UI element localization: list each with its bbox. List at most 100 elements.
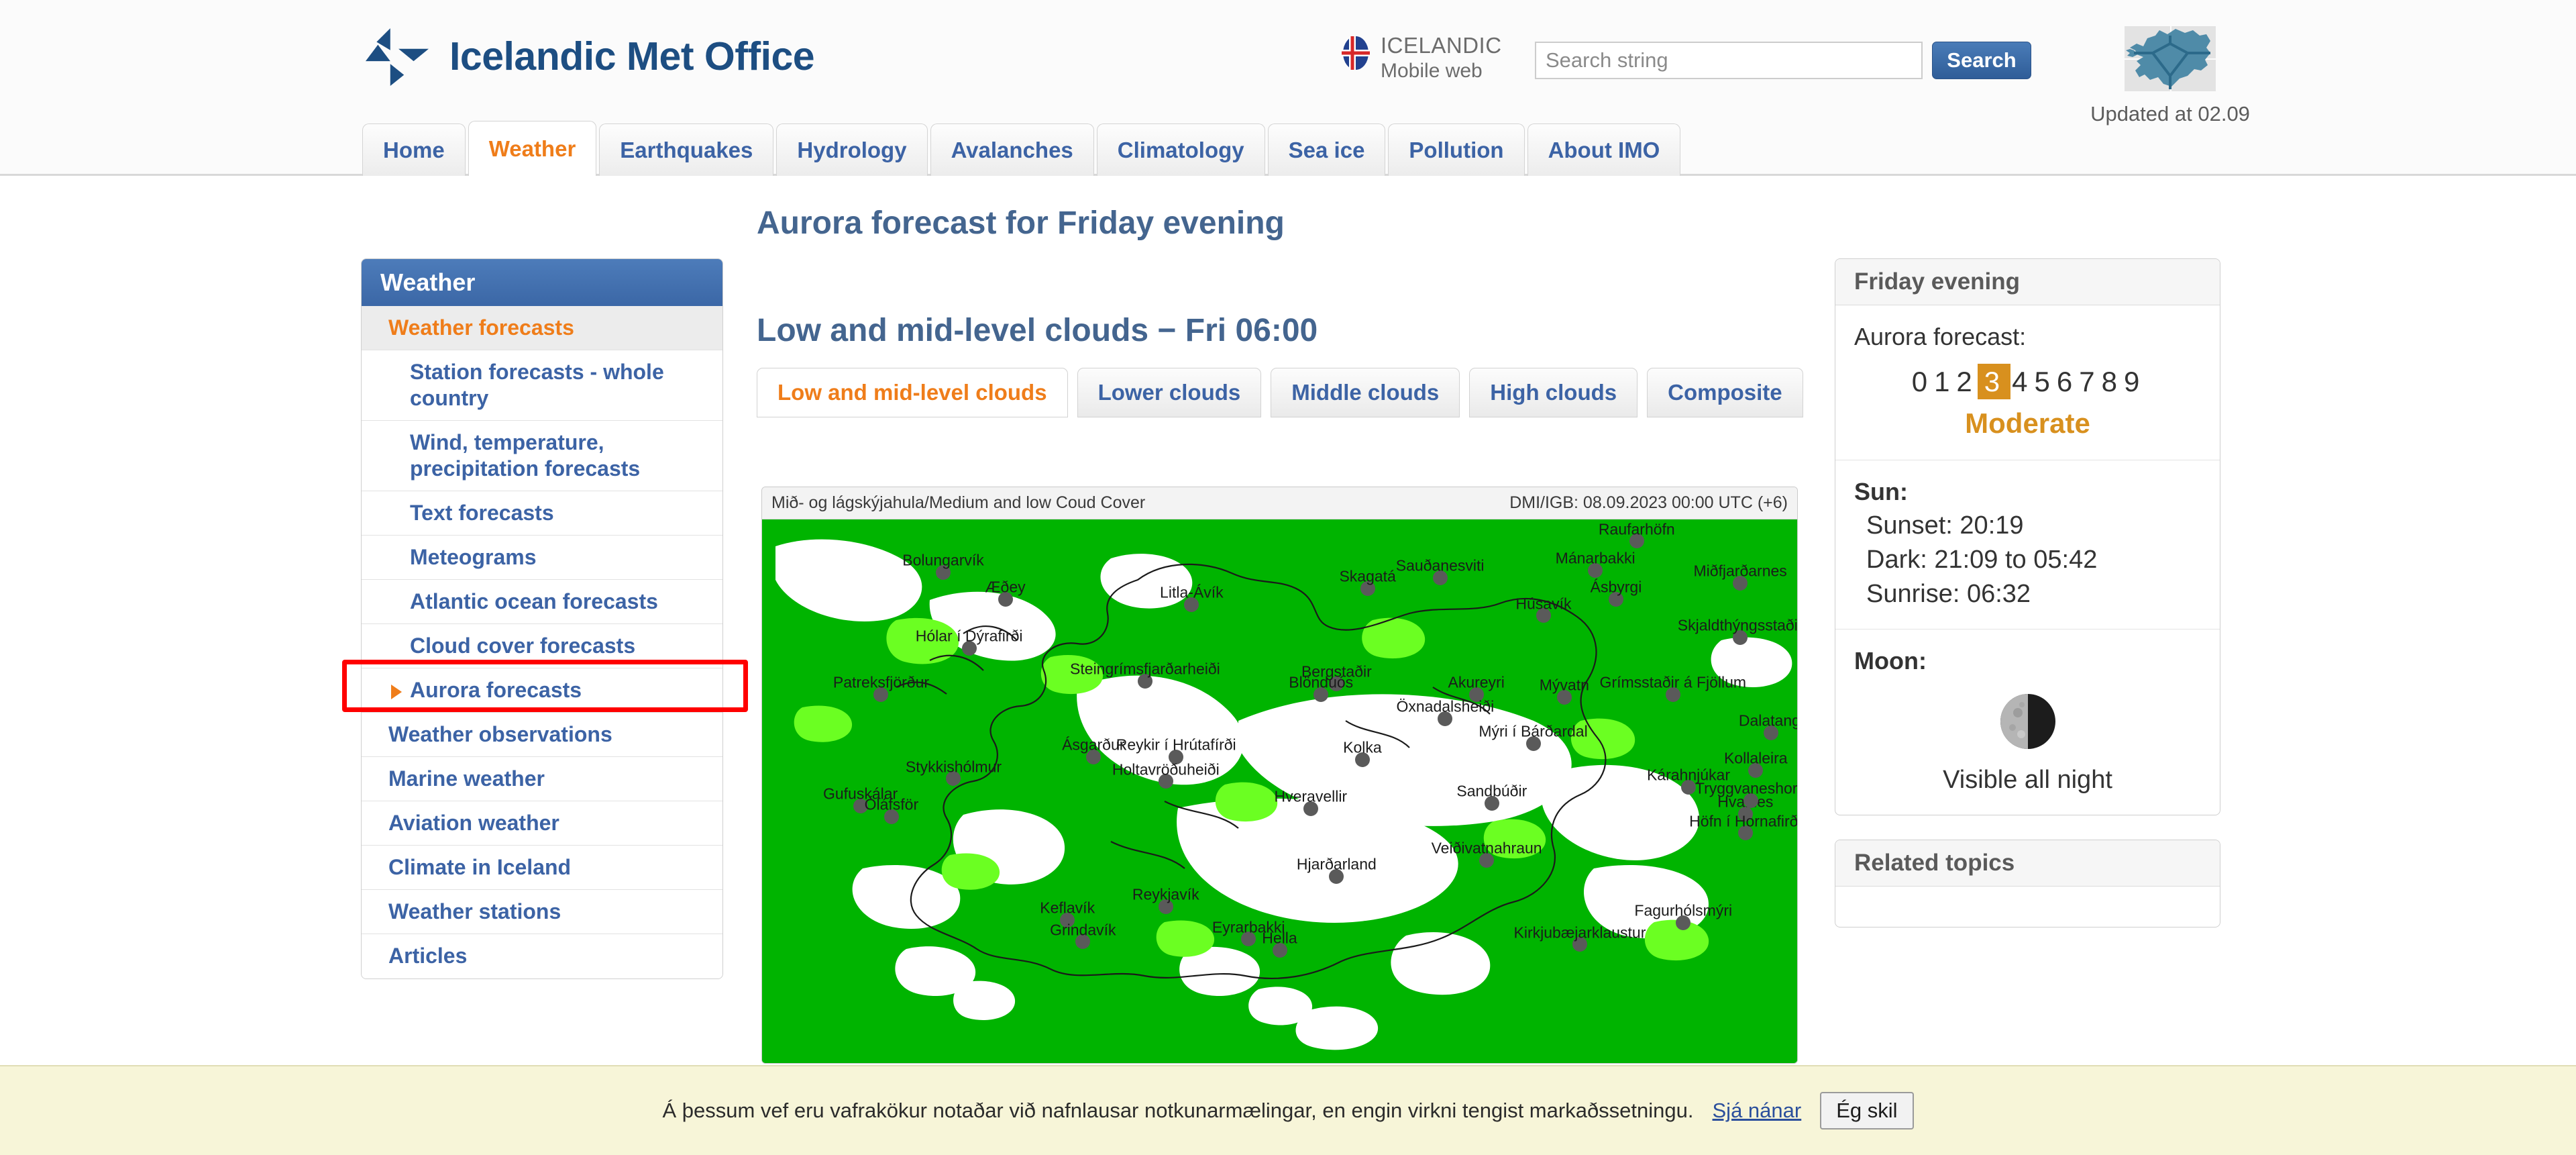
- map-station-dot: [1737, 825, 1753, 841]
- aurora-scale-value-2: 2: [1956, 366, 1976, 397]
- sidebar-item-label: Cloud cover forecasts: [410, 634, 636, 658]
- dark-period-value: Dark: 21:09 to 05:42: [1866, 546, 2098, 574]
- tab-composite[interactable]: Composite: [1647, 368, 1803, 417]
- sidebar-item-label: Station forecasts - whole country: [410, 360, 664, 411]
- triangle-bullet-icon: [391, 685, 402, 700]
- aurora-scale-value-5: 5: [2034, 366, 2054, 397]
- search-button[interactable]: Search: [1932, 42, 2031, 79]
- nav-tab-climatology[interactable]: Climatology: [1096, 123, 1265, 176]
- sidebar-item-cloud-cover-forecasts[interactable]: Cloud cover forecasts: [362, 623, 722, 668]
- map-station-dot: [1484, 795, 1499, 811]
- aurora-scale-value-3: 3: [1977, 364, 2011, 399]
- sidebar-item-weather-stations[interactable]: Weather stations: [362, 889, 722, 934]
- lang-mobile-web-link[interactable]: Mobile web: [1381, 59, 1502, 84]
- map-station-dot: [1556, 689, 1572, 705]
- aurora-forecast-label: Aurora forecast:: [1854, 323, 2027, 350]
- sidebar-item-marine-weather[interactable]: Marine weather: [362, 756, 722, 801]
- sidebar-item-label: Weather observations: [388, 722, 612, 747]
- aurora-scale[interactable]: 012 3 456789: [1854, 364, 2201, 399]
- cloud-layer-tabs: Low and mid-level clouds Lower clouds Midd…: [757, 368, 1803, 417]
- map-station-dot: [1748, 763, 1764, 779]
- sidebar-item-label: Text forecasts: [410, 501, 554, 525]
- cookie-text: Á þessum vef eru vafrakökur notaðar við …: [662, 1099, 1694, 1122]
- map-station-dot: [1303, 801, 1318, 816]
- map-station-dot: [998, 592, 1013, 607]
- iceland-map-thumbnail-icon: [2125, 26, 2216, 91]
- sidebar-item-articles[interactable]: Articles: [362, 934, 722, 978]
- sidebar-item-climate-in-iceland[interactable]: Climate in Iceland: [362, 845, 722, 890]
- map-station-dot: [1184, 597, 1199, 613]
- tab-lower-clouds[interactable]: Lower clouds: [1077, 368, 1262, 417]
- sidebar-item-wind-temperature-precipitation-forecasts[interactable]: Wind, temperature, precipitation forecas…: [362, 420, 722, 491]
- logo-text: Icelandic Met Office: [449, 34, 815, 79]
- aurora-scale-value-4: 4: [2012, 366, 2032, 397]
- nav-tab-earthquakes[interactable]: Earthquakes: [599, 123, 774, 176]
- sidebar-item-label: Weather stations: [388, 899, 561, 924]
- map-station-dot: [1432, 570, 1448, 585]
- aurora-scale-value-1: 1: [1934, 366, 1954, 397]
- tab-low-and-mid-level-clouds[interactable]: Low and mid-level clouds: [757, 368, 1068, 417]
- map-station-dot: [1743, 793, 1758, 808]
- moon-heading: Moon:: [1854, 647, 1927, 674]
- map-canvas[interactable]: Bolungarvík Æðey Litla-Ávík Skagatá Sauðanes…: [762, 519, 1797, 1063]
- map-station-dot: [883, 809, 899, 825]
- cookie-more-info-link[interactable]: Sjá nánar: [1713, 1099, 1802, 1123]
- sunset-value: Sunset: 20:19: [1866, 511, 2024, 540]
- map-station-dot: [961, 640, 977, 656]
- map-station-dot: [1060, 912, 1075, 927]
- cookie-consent-banner: Á þessum vef eru vafrakökur notaðar við …: [0, 1065, 2576, 1155]
- sidebar-item-aurora-forecasts[interactable]: Aurora forecasts: [362, 668, 722, 713]
- map-heading: Low and mid-level clouds − Fri 06:00: [757, 313, 1318, 348]
- map-station-dot: [1158, 774, 1173, 789]
- sidebar-item-atlantic-ocean-forecasts[interactable]: Atlantic ocean forecasts: [362, 579, 722, 624]
- map-caption-left: Mið- og lágskýjahula/Medium and low Coud…: [771, 493, 1146, 512]
- map-station-dot: [936, 564, 951, 580]
- map-station-dot: [1536, 608, 1551, 623]
- nav-tab-weather[interactable]: Weather: [468, 121, 597, 176]
- tab-middle-clouds[interactable]: Middle clouds: [1271, 368, 1460, 417]
- map-station-dot: [1588, 563, 1603, 579]
- cloud-cover-map-panel: Mið- og lágskýjahula/Medium and low Coud…: [761, 487, 1798, 1064]
- sun-section: Sun: Sunset: 20:19 Dark: 21:09 to 05:42 …: [1835, 460, 2220, 630]
- iceland-region-selector[interactable]: Updated at 02.09: [2066, 23, 2274, 126]
- map-station-dot: [1676, 915, 1691, 931]
- sidebar-item-aviation-weather[interactable]: Aviation weather: [362, 801, 722, 846]
- map-station-dot: [1629, 534, 1644, 549]
- sidebar-item-label: Marine weather: [388, 766, 545, 791]
- sidebar-item-weather-observations[interactable]: Weather observations: [362, 712, 722, 757]
- page-title: Aurora forecast for Friday evening: [757, 205, 1285, 241]
- sidebar-item-text-forecasts[interactable]: Text forecasts: [362, 491, 722, 536]
- map-station-dot: [1158, 899, 1173, 914]
- aurora-scale-value-6: 6: [2056, 366, 2077, 397]
- map-station-dot: [1241, 932, 1256, 947]
- updated-timestamp: Updated at 02.09: [2090, 102, 2250, 125]
- sun-heading: Sun:: [1854, 478, 1908, 505]
- lang-icelandic-link[interactable]: ICELANDIC: [1381, 32, 1502, 59]
- cookie-accept-button[interactable]: Ég skil: [1820, 1092, 1914, 1129]
- sidebar-item-weather-forecasts[interactable]: Weather forecasts: [362, 306, 722, 350]
- map-cloud-layer: [762, 519, 1797, 1063]
- map-station-dot: [853, 798, 868, 813]
- nav-tab-home[interactable]: Home: [362, 123, 466, 176]
- nav-tab-pollution[interactable]: Pollution: [1388, 123, 1525, 176]
- sidebar-item-label: Wind, temperature, precipitation forecas…: [410, 430, 641, 481]
- related-topics-body: [1835, 887, 2220, 927]
- sidebar-item-label: Articles: [388, 944, 468, 968]
- sidebar-item-station-forecasts-whole-country[interactable]: Station forecasts - whole country: [362, 350, 722, 421]
- map-station-dot: [1733, 575, 1748, 591]
- sunrise-value: Sunrise: 06:32: [1866, 580, 2031, 608]
- sidebar-item-meteograms[interactable]: Meteograms: [362, 535, 722, 580]
- site-logo[interactable]: Icelandic Met Office: [362, 26, 815, 87]
- nav-tab-hydrology[interactable]: Hydrology: [776, 123, 928, 176]
- map-station-dot: [1525, 736, 1541, 751]
- nav-tab-sea-ice[interactable]: Sea ice: [1267, 123, 1386, 176]
- sidebar-item-label: Climate in Iceland: [388, 855, 572, 880]
- aurora-scale-value-7: 7: [2079, 366, 2099, 397]
- language-switcher[interactable]: ICELANDIC Mobile web: [1342, 32, 1502, 84]
- tab-high-clouds[interactable]: High clouds: [1469, 368, 1638, 417]
- nav-tab-about-imo[interactable]: About IMO: [1527, 123, 1681, 176]
- search-input[interactable]: [1535, 42, 1923, 79]
- map-station-dot: [1075, 934, 1091, 950]
- nav-tab-avalanches[interactable]: Avalanches: [930, 123, 1094, 176]
- map-station-dot: [1468, 687, 1484, 702]
